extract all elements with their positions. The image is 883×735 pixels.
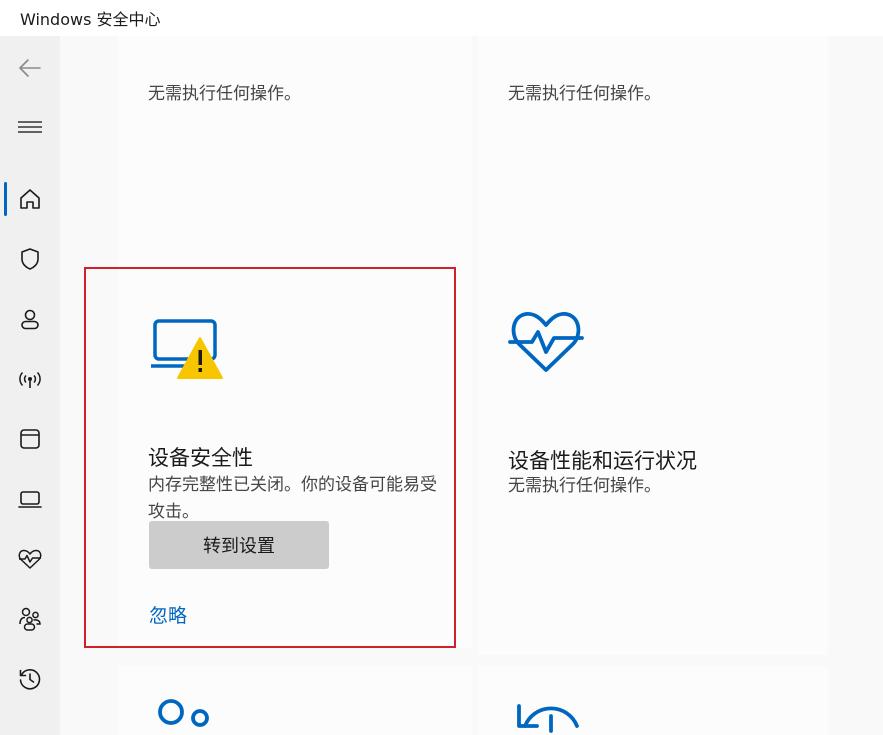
nav-item-device-performance[interactable] — [0, 531, 60, 587]
back-arrow-icon — [19, 59, 41, 77]
card-family-options[interactable] — [118, 666, 472, 735]
wireless-icon — [19, 371, 41, 388]
heart-pulse-icon — [18, 549, 42, 569]
nav-item-home[interactable] — [0, 171, 60, 227]
account-icon — [21, 309, 39, 330]
highlight-box — [84, 267, 456, 648]
home-icon — [20, 189, 40, 209]
card-app-browser-control[interactable]: 无需执行任何操作。 — [478, 36, 828, 298]
card-description: 无需执行任何操作。 — [148, 84, 301, 104]
nav-item-device-security[interactable] — [0, 471, 60, 527]
heart-pulse-icon — [508, 312, 584, 372]
nav-item-family-options[interactable] — [0, 591, 60, 647]
shield-icon — [21, 248, 39, 270]
history-icon — [19, 669, 41, 690]
nav-item-firewall[interactable] — [0, 351, 60, 407]
nav-item-protection-history[interactable] — [0, 651, 60, 707]
card-description: 无需执行任何操作。 — [508, 476, 661, 496]
card-virus-protection[interactable]: 无需执行任何操作。 — [118, 36, 472, 298]
hamburger-menu-icon — [18, 121, 42, 133]
card-device-performance[interactable]: 设备性能和运行状况 无需执行任何操作。 — [478, 268, 828, 655]
back-button[interactable] — [0, 40, 60, 96]
app-browser-icon — [20, 429, 40, 449]
family-icon — [19, 607, 41, 631]
card-protection-history[interactable] — [478, 666, 828, 735]
card-title: 设备性能和运行状况 — [508, 449, 697, 473]
history-icon — [517, 704, 579, 733]
navigation-rail — [0, 36, 60, 735]
title-bar: Windows 安全中心 — [0, 0, 883, 36]
card-description: 无需执行任何操作。 — [508, 84, 661, 104]
laptop-icon — [18, 491, 42, 508]
nav-item-app-browser-control[interactable] — [0, 411, 60, 467]
window-title: Windows 安全中心 — [20, 10, 161, 29]
menu-button[interactable] — [0, 99, 60, 155]
nav-item-account-protection[interactable] — [0, 291, 60, 347]
nav-item-virus-protection[interactable] — [0, 231, 60, 287]
family-icon — [158, 699, 209, 727]
